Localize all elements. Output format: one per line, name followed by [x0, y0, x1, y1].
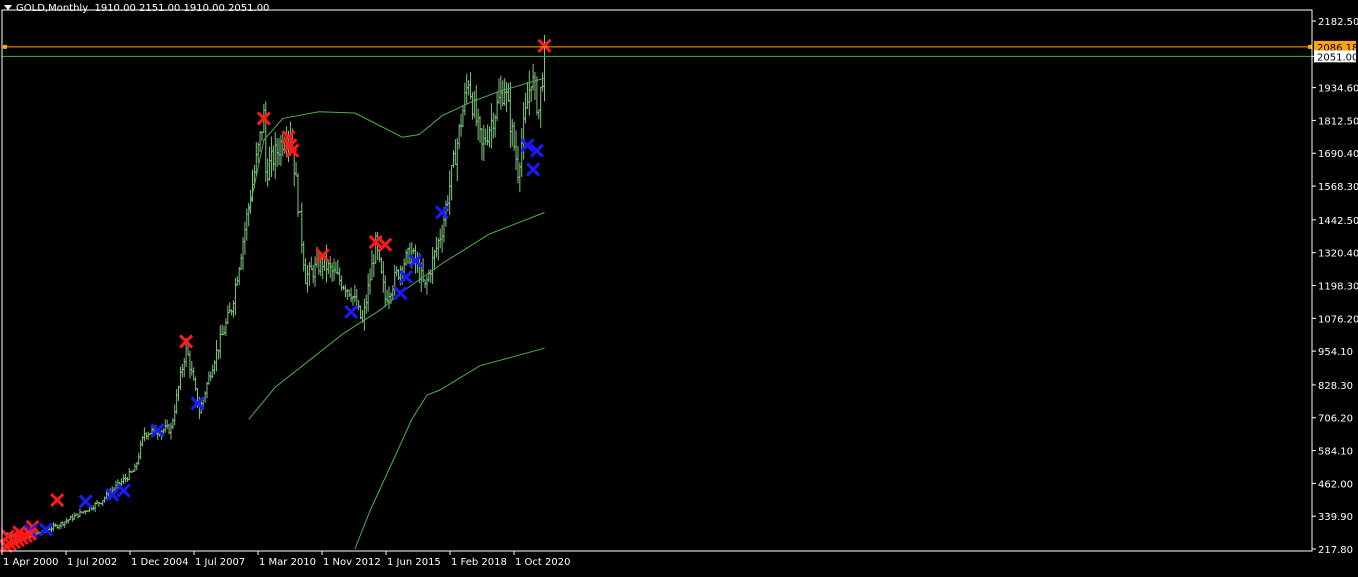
price-lines-layer: 2086.182051.00 [2, 40, 1358, 63]
y-tick-label: 706.20 [1318, 414, 1353, 425]
collapse-triangle-icon[interactable] [4, 5, 12, 10]
sell-marker-icon [378, 237, 393, 252]
y-tick-label: 1076.20 [1318, 314, 1358, 325]
buy-marker-icon [78, 494, 93, 509]
y-tick-label: 2182.50 [1318, 17, 1358, 28]
buy-marker-icon [393, 286, 408, 301]
chart-header: GOLD,Monthly 1910.00 2151.00 1910.00 205… [4, 2, 269, 16]
y-tick-label: 1934.60 [1318, 84, 1358, 95]
bid-line-handle-left [3, 44, 7, 49]
buy-marker-icon [116, 483, 131, 498]
price-chart[interactable]: 2086.182051.00 2182.50 1934.60 1812.50 1690… [0, 0, 1358, 573]
last-price-tag-label: 2051.00 [1317, 52, 1358, 63]
price-bars-layer [4, 34, 546, 541]
y-tick-label: 1568.30 [1318, 182, 1358, 193]
x-tick-label: 1 Jul 2007 [195, 557, 245, 568]
x-tick-label: 1 Apr 2000 [3, 557, 58, 568]
ma_medium-line [248, 212, 545, 420]
x-tick-label: 1 Feb 2018 [451, 557, 507, 568]
x-tick-label: 1 Nov 2012 [323, 557, 381, 568]
x-tick-label: 1 Jul 2002 [67, 557, 117, 568]
ma_short-line [248, 77, 545, 213]
buy-marker-icon [526, 162, 541, 177]
y-tick-label: 828.30 [1318, 381, 1353, 392]
y-tick-label: 339.90 [1318, 512, 1353, 523]
x-tick-label: 1 Oct 2020 [515, 557, 570, 568]
y-tick-label: 1320.40 [1318, 249, 1358, 260]
y-tick-label: 1198.30 [1318, 281, 1358, 292]
axes-layer: 2182.50 1934.60 1812.50 1690.40 1568.30 1442.… [1, 9, 1358, 568]
x-tick-label: 1 Dec 2004 [131, 557, 189, 568]
ohlc-values: 1910.00 2151.00 1910.00 2051.00 [94, 3, 270, 14]
y-tick-label: 462.00 [1318, 479, 1353, 490]
buy-marker-icon [344, 304, 359, 319]
symbol-label: GOLD,Monthly [16, 3, 89, 14]
y-tick-label: 1812.50 [1318, 116, 1358, 127]
bid-line-handle-right [1308, 44, 1312, 49]
y-tick-label: 1690.40 [1318, 149, 1358, 160]
y-tick-label: 217.80 [1318, 545, 1353, 556]
x-tick-label: 1 Mar 2010 [259, 557, 316, 568]
sell-marker-icon [50, 492, 65, 508]
ma_long-line [354, 347, 545, 550]
signal-markers-layer [0, 38, 552, 554]
x-tick-label: 1 Jun 2015 [387, 557, 441, 568]
plot-frame [1, 9, 1313, 552]
y-tick-label: 954.10 [1318, 347, 1353, 358]
y-tick-label: 584.10 [1318, 447, 1353, 458]
chart-area[interactable]: 2086.18 2051.00 2182.50 1934.60 1812.50 1690… [0, 0, 1358, 573]
y-tick-label: 1442.50 [1318, 216, 1358, 227]
